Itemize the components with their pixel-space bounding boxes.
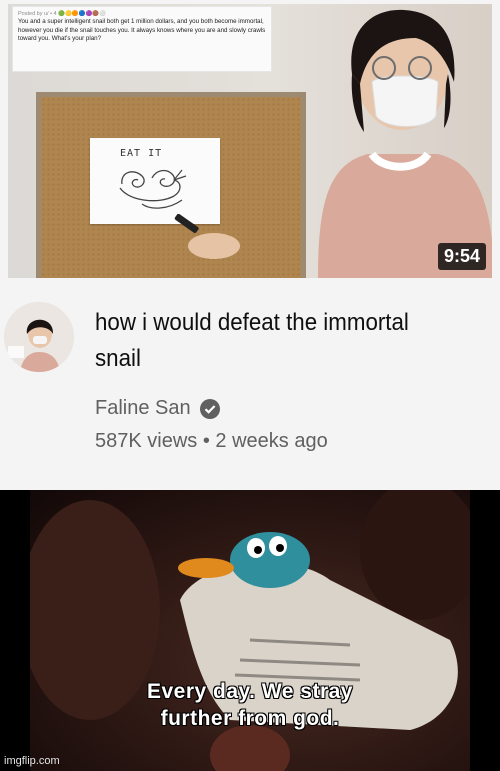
meme-caption-line-2: further from god.: [160, 707, 340, 730]
post-text: You and a super intelligent snail both g…: [18, 18, 266, 43]
upload-age: 2 weeks ago: [215, 430, 328, 452]
avatar-icon: [4, 302, 74, 372]
view-count: 587K views: [95, 430, 198, 452]
channel-avatar[interactable]: [4, 302, 74, 372]
video-title[interactable]: how i would defeat the immortal snail: [95, 305, 458, 377]
presenter-image: [318, 9, 492, 278]
video-stats: 587K views • 2 weeks ago: [95, 430, 328, 453]
stats-separator: •: [202, 430, 210, 452]
reddit-post-card: Posted by u/ • 4 🟢🟡🟠🔵🟣🟤⚪ You and a super…: [12, 6, 272, 72]
channel-row[interactable]: Faline San: [95, 397, 221, 420]
meme-caption-line-1: Every day. We stray: [146, 680, 353, 703]
meme-panel: Every day. We stray further from god. im…: [0, 490, 500, 771]
post-meta: Posted by u/ • 4 🟢🟡🟠🔵🟣🟤⚪: [18, 11, 107, 17]
paper-caption: EAT IT: [120, 148, 163, 159]
channel-name[interactable]: Faline San: [95, 397, 191, 420]
verified-check-icon: [199, 398, 220, 419]
paper-drawing: EAT IT: [90, 138, 220, 224]
video-card[interactable]: EAT IT Posted by u/ • 4 🟢🟡🟠🔵🟣🟤⚪ You and …: [0, 0, 500, 490]
video-thumbnail[interactable]: EAT IT Posted by u/ • 4 🟢🟡🟠🔵🟣🟤⚪ You and …: [8, 4, 492, 278]
imgflip-watermark: imgflip.com: [4, 755, 60, 767]
hand-with-marker-icon: [174, 214, 240, 259]
video-duration-badge: 9:54: [437, 243, 486, 270]
